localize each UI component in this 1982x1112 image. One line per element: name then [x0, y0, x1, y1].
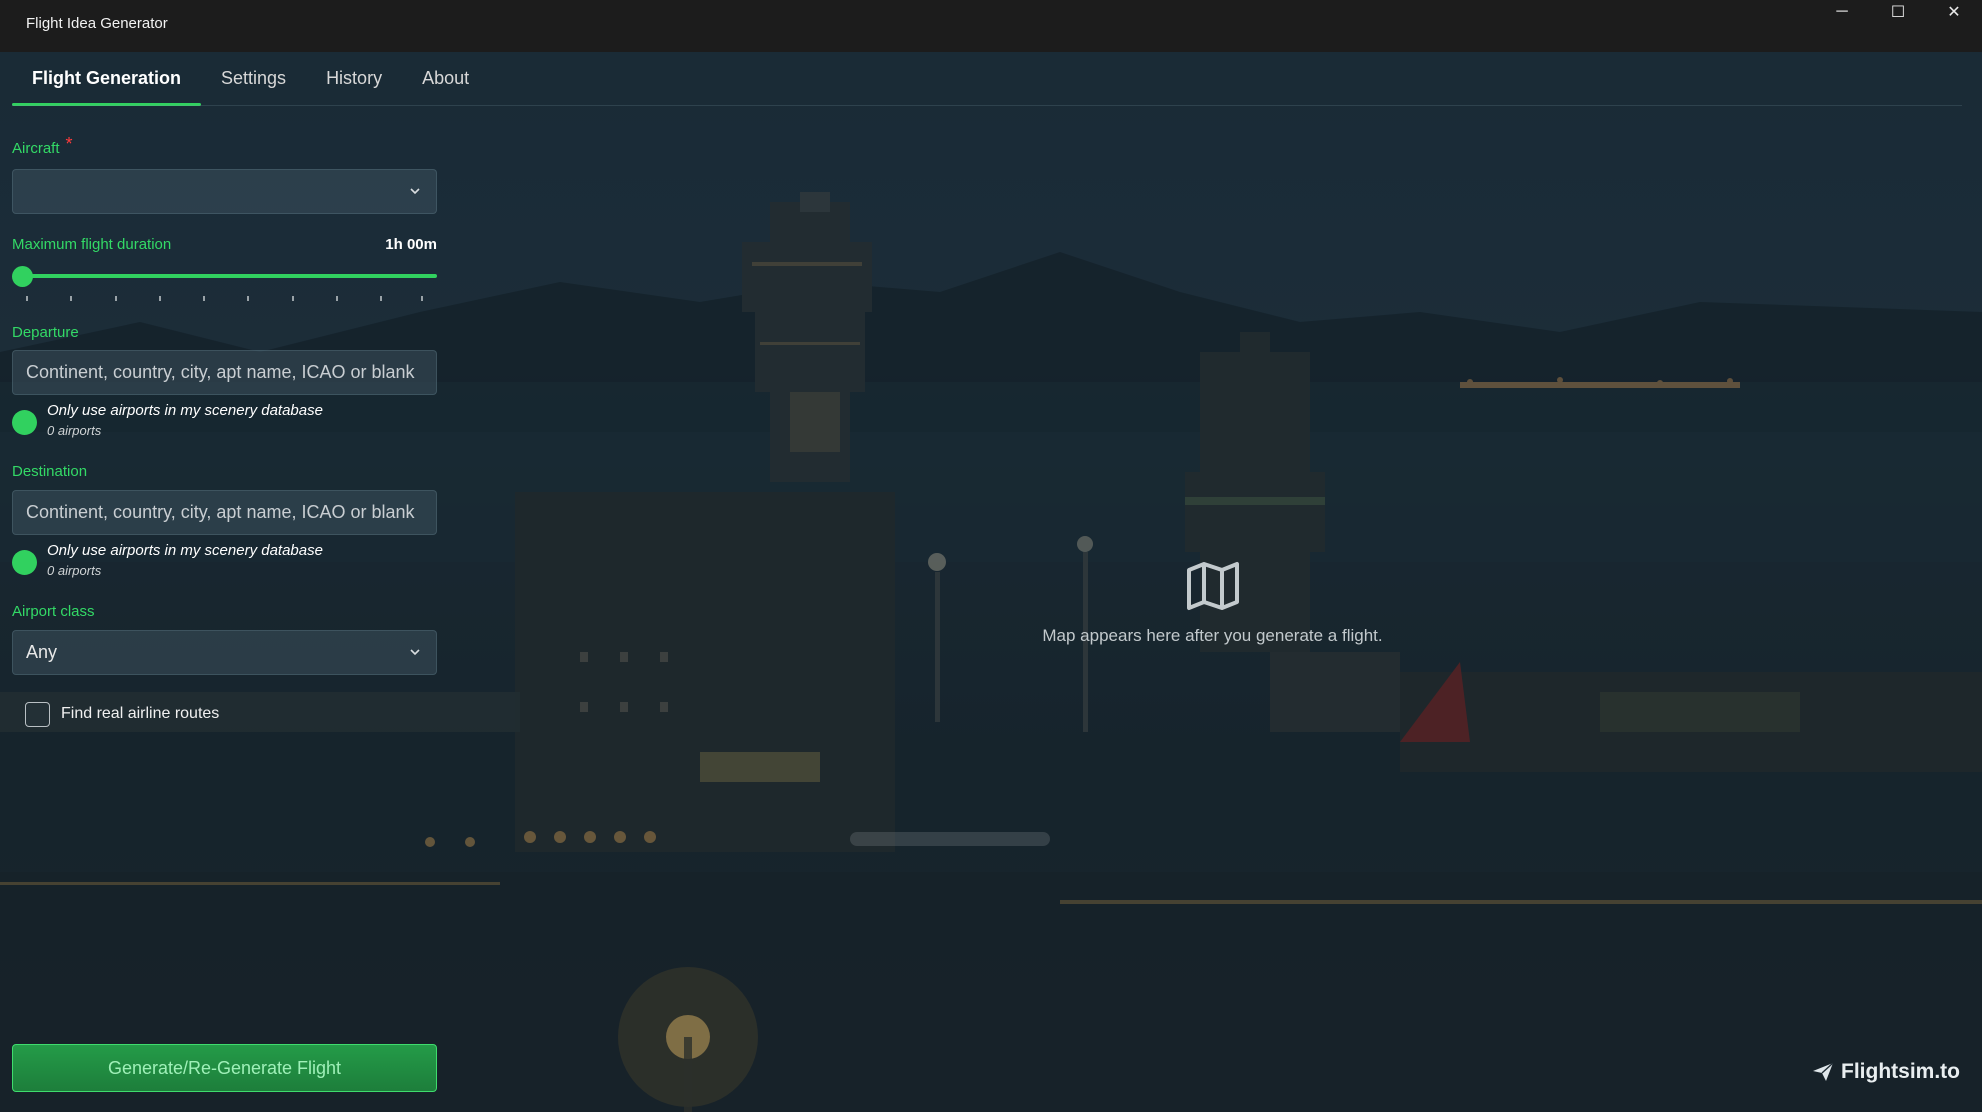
chevron-down-icon: [410, 649, 420, 656]
duration-label: Maximum flight duration: [12, 236, 172, 253]
departure-input[interactable]: Continent, country, city, apt name, ICAO…: [12, 350, 437, 395]
slider-tick: [158, 296, 161, 301]
toggle-indicator[interactable]: [12, 410, 37, 435]
brand-logo[interactable]: Flightsim.to: [1811, 1060, 1960, 1084]
duration-slider[interactable]: [12, 264, 437, 304]
paper-plane-icon: [1813, 1062, 1834, 1081]
departure-placeholder: Continent, country, city, apt name, ICAO…: [26, 362, 415, 382]
title-bar: Flight Idea Generator ─ ☐ ✕: [0, 0, 1982, 52]
tab-flight-generation[interactable]: Flight Generation: [12, 64, 202, 106]
window-controls: ─ ☐ ✕: [1814, 0, 1982, 40]
destination-label: Destination: [12, 463, 88, 480]
aircraft-label: Aircraft *: [12, 134, 73, 158]
real-routes-label: Find real airline routes: [61, 705, 220, 722]
map-placeholder: Map appears here after you generate a fl…: [950, 560, 1475, 646]
map-icon: [1186, 562, 1239, 610]
map-placeholder-text: Map appears here after you generate a fl…: [1042, 626, 1383, 645]
slider-tick: [26, 296, 28, 301]
airport-class-label: Airport class: [12, 603, 95, 620]
destination-toggle-label: Only use airports in my scenery database: [47, 542, 323, 559]
departure-scenery-toggle[interactable]: Only use airports in my scenery database…: [12, 402, 437, 442]
slider-tick: [247, 296, 250, 301]
tab-bar: Flight Generation Settings History About: [12, 64, 489, 106]
aircraft-select[interactable]: [12, 169, 437, 214]
slider-tick: [336, 296, 339, 301]
slider-thumb[interactable]: [12, 266, 33, 287]
destination-input[interactable]: Continent, country, city, apt name, ICAO…: [12, 490, 437, 535]
departure-toggle-label: Only use airports in my scenery database: [47, 402, 323, 419]
maximize-button[interactable]: ☐: [1870, 0, 1926, 24]
slider-tick: [421, 296, 423, 301]
aircraft-label-text: Aircraft: [12, 140, 60, 157]
slider-ticks: [26, 296, 425, 302]
destination-airport-count: 0 airports: [47, 563, 102, 578]
departure-label: Departure: [12, 324, 79, 341]
duration-value: 1h 00m: [385, 236, 437, 253]
real-routes-checkbox[interactable]: [25, 702, 50, 727]
chevron-down-icon: [410, 188, 420, 195]
tab-settings[interactable]: Settings: [201, 64, 306, 106]
minimize-button[interactable]: ─: [1814, 0, 1870, 24]
close-button[interactable]: ✕: [1926, 0, 1982, 24]
window-title: Flight Idea Generator: [26, 14, 168, 32]
required-marker: *: [65, 134, 73, 154]
toggle-indicator[interactable]: [12, 550, 37, 575]
slider-tick: [291, 296, 294, 301]
airport-class-select[interactable]: Any: [12, 630, 437, 675]
destination-placeholder: Continent, country, city, apt name, ICAO…: [26, 502, 415, 522]
tab-divider: [12, 105, 1962, 106]
tab-history[interactable]: History: [306, 64, 402, 106]
tab-about[interactable]: About: [402, 64, 489, 106]
departure-airport-count: 0 airports: [47, 423, 102, 438]
slider-tick: [380, 296, 383, 301]
slider-track: [22, 274, 437, 278]
airport-class-value: Any: [26, 642, 58, 662]
real-routes-option[interactable]: Find real airline routes: [25, 702, 325, 730]
generate-flight-button[interactable]: Generate/Re-Generate Flight: [12, 1044, 437, 1092]
brand-text: Flightsim.to: [1841, 1060, 1960, 1083]
destination-scenery-toggle[interactable]: Only use airports in my scenery database…: [12, 542, 437, 582]
slider-tick: [70, 296, 73, 301]
slider-tick: [114, 296, 117, 301]
slider-tick: [203, 296, 206, 301]
